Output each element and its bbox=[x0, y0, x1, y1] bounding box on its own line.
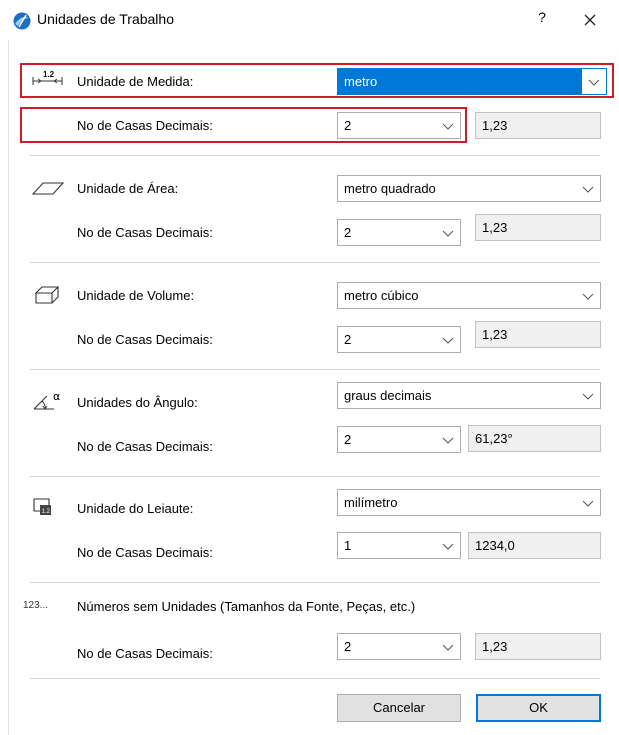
volume-decimals-select[interactable]: 2 bbox=[337, 326, 461, 353]
angle-preview: 61,23° bbox=[468, 425, 601, 452]
unitless-preview-value: 1,23 bbox=[482, 639, 508, 654]
angle-decimals-label: No de Casas Decimais: bbox=[77, 439, 213, 454]
volume-decimals-label: No de Casas Decimais: bbox=[77, 332, 213, 347]
divider bbox=[30, 155, 600, 156]
layout-decimals-value: 1 bbox=[344, 538, 352, 553]
chevron-down-icon bbox=[442, 335, 454, 345]
divider bbox=[30, 678, 600, 679]
highlight-box-decimals bbox=[20, 107, 467, 143]
layout-unit-label: Unidade do Leiaute: bbox=[77, 501, 194, 516]
close-icon bbox=[576, 7, 604, 33]
chevron-down-icon bbox=[442, 435, 454, 445]
layout-unit-select[interactable]: milímetro bbox=[337, 489, 601, 516]
chevron-down-icon bbox=[582, 498, 594, 508]
layout-decimals-select[interactable]: 1 bbox=[337, 532, 461, 559]
volume-icon bbox=[30, 282, 66, 308]
angle-decimals-value: 2 bbox=[344, 432, 352, 447]
volume-unit-label: Unidade de Volume: bbox=[77, 288, 195, 303]
area-decimals-select[interactable]: 2 bbox=[337, 219, 461, 246]
layout-preview: 1234,0 bbox=[468, 532, 601, 559]
chevron-down-icon bbox=[582, 184, 594, 194]
area-decimals-value: 2 bbox=[344, 225, 352, 240]
ok-button[interactable]: OK bbox=[476, 694, 601, 722]
close-button[interactable] bbox=[576, 7, 604, 33]
volume-preview: 1,23 bbox=[475, 321, 601, 348]
divider bbox=[30, 582, 600, 583]
svg-text:1.2: 1.2 bbox=[42, 509, 51, 515]
unitless-decimals-select[interactable]: 2 bbox=[337, 633, 461, 660]
chevron-down-icon bbox=[442, 228, 454, 238]
angle-unit-value: graus decimais bbox=[344, 388, 432, 403]
area-unit-select[interactable]: metro quadrado bbox=[337, 175, 601, 202]
area-icon bbox=[30, 175, 66, 201]
layout-icon: 1.2 bbox=[30, 495, 66, 521]
length-preview: 1,23 bbox=[475, 112, 601, 139]
chevron-down-icon bbox=[442, 642, 454, 652]
units-dialog: Unidades de Trabalho ? 1.2 Unidade de Me… bbox=[0, 0, 619, 735]
volume-unit-select[interactable]: metro cúbico bbox=[337, 282, 601, 309]
unitless-row: 123... Números sem Unidades (Tamanhos da… bbox=[20, 589, 612, 623]
length-preview-value: 1,23 bbox=[482, 118, 508, 133]
chevron-down-icon bbox=[582, 291, 594, 301]
unitless-decimals-value: 2 bbox=[344, 639, 352, 654]
divider bbox=[30, 262, 600, 263]
svg-text:α: α bbox=[53, 390, 60, 403]
unitless-preview: 1,23 bbox=[475, 633, 601, 660]
unitless-decimals-label: No de Casas Decimais: bbox=[77, 646, 213, 661]
angle-icon: α bbox=[30, 389, 66, 415]
angle-unit-select[interactable]: graus decimais bbox=[337, 382, 601, 409]
area-unit-label: Unidade de Área: bbox=[77, 181, 179, 196]
chevron-down-icon bbox=[582, 391, 594, 401]
area-preview: 1,23 bbox=[475, 214, 601, 241]
window-edge bbox=[8, 40, 9, 735]
area-unit-value: metro quadrado bbox=[344, 181, 436, 196]
layout-preview-value: 1234,0 bbox=[475, 538, 515, 553]
window-title: Unidades de Trabalho bbox=[37, 11, 174, 27]
divider bbox=[30, 369, 600, 370]
area-decimals-label: No de Casas Decimais: bbox=[77, 225, 213, 240]
archicad-logo-icon bbox=[13, 12, 31, 30]
divider bbox=[30, 476, 600, 477]
chevron-down-icon bbox=[442, 541, 454, 551]
cancel-button[interactable]: Cancelar bbox=[337, 694, 461, 722]
highlight-box-unit bbox=[20, 63, 614, 98]
volume-preview-value: 1,23 bbox=[482, 327, 508, 342]
layout-decimals-label: No de Casas Decimais: bbox=[77, 545, 213, 560]
unitless-label: Números sem Unidades (Tamanhos da Fonte,… bbox=[77, 599, 416, 614]
help-button[interactable]: ? bbox=[530, 9, 554, 31]
angle-decimals-select[interactable]: 2 bbox=[337, 426, 461, 453]
area-preview-value: 1,23 bbox=[482, 220, 508, 235]
volume-unit-value: metro cúbico bbox=[344, 288, 419, 303]
layout-unit-value: milímetro bbox=[344, 495, 398, 510]
angle-preview-value: 61,23° bbox=[475, 431, 513, 446]
numbers-icon: 123... bbox=[23, 600, 49, 611]
title-bar: Unidades de Trabalho ? bbox=[0, 0, 619, 38]
angle-unit-label: Unidades do Ângulo: bbox=[77, 395, 198, 410]
volume-decimals-value: 2 bbox=[344, 332, 352, 347]
